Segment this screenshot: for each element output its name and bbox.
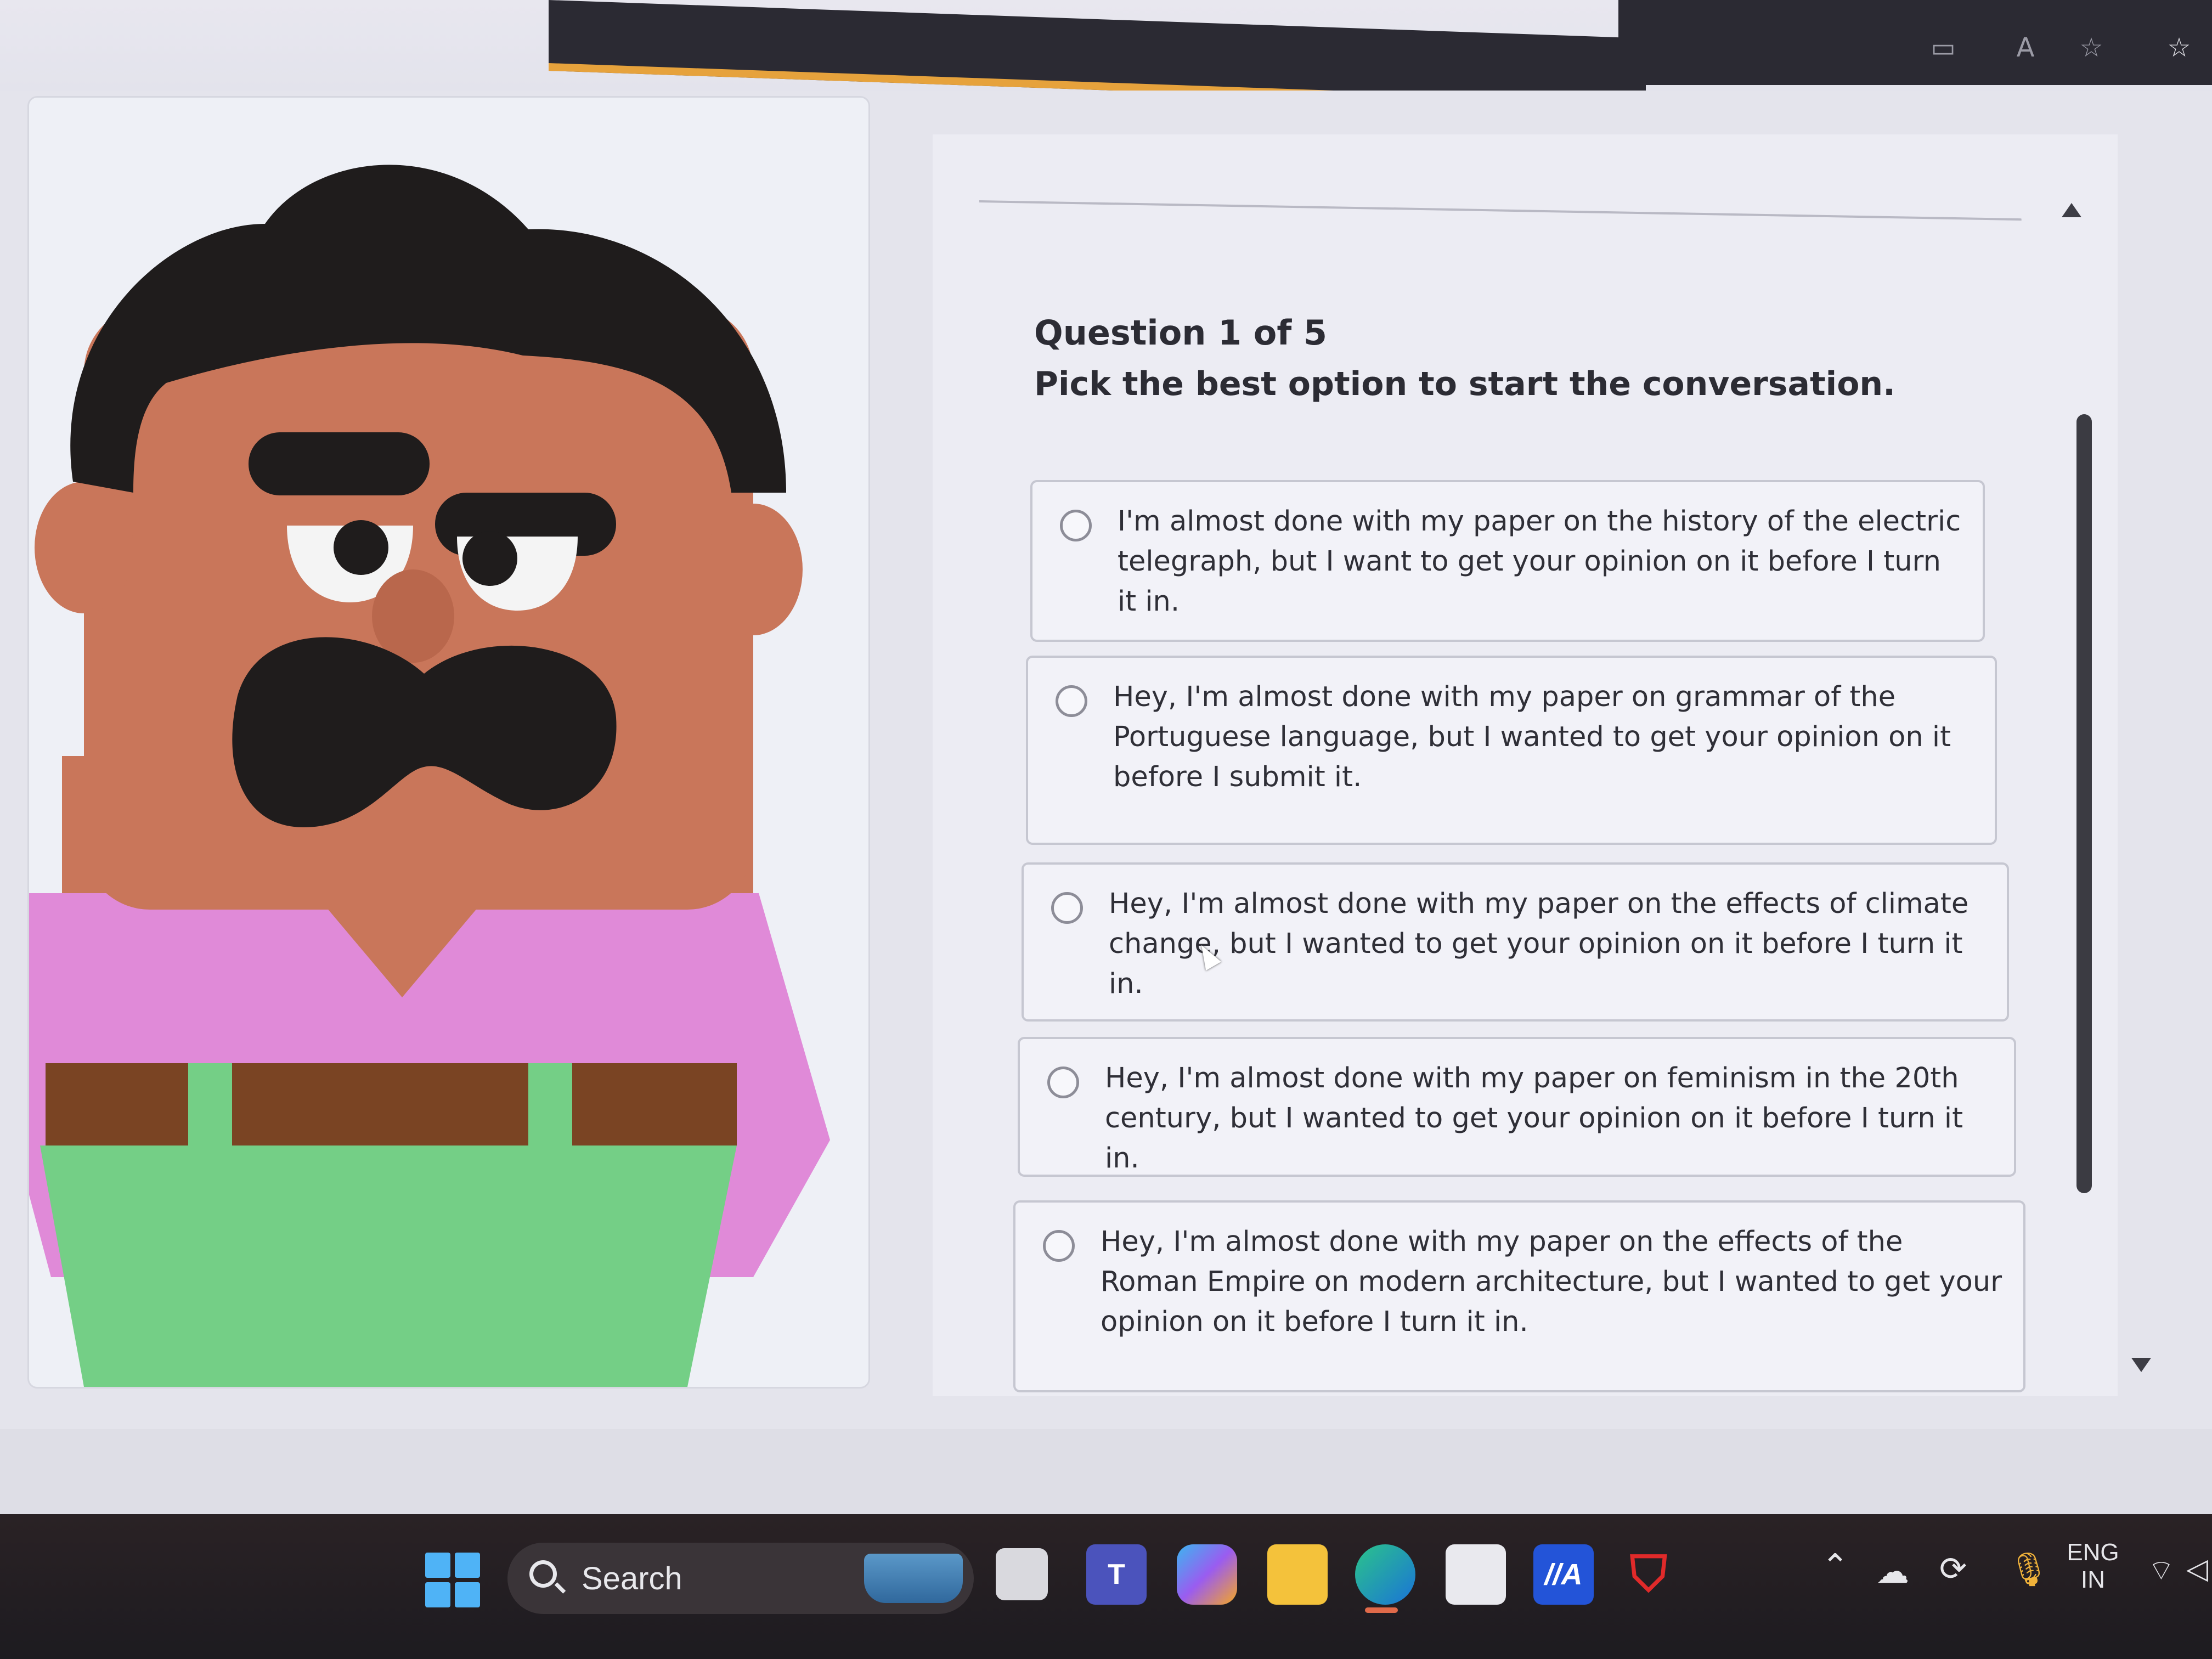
windows-start-icon[interactable]	[425, 1553, 480, 1607]
wifi-icon[interactable]: ⌔	[2148, 1553, 2175, 1588]
region-code: IN	[2081, 1566, 2105, 1593]
browser-toolbar: ▭ A ☆ ☆	[0, 0, 2212, 109]
teams-icon[interactable]: T	[1086, 1544, 1147, 1605]
answer-option-text: Hey, I'm almost done with my paper on gr…	[1113, 681, 1951, 793]
answer-option-4[interactable]: Hey, I'm almost done with my paper on fe…	[1018, 1037, 2016, 1177]
favorite-star-icon[interactable]: ☆	[2074, 30, 2109, 65]
store-icon[interactable]	[1446, 1544, 1506, 1605]
answer-option-text: Hey, I'm almost done with my paper on th…	[1101, 1226, 2002, 1338]
video-icon[interactable]: ▭	[1926, 30, 1961, 65]
task-view-icon[interactable]	[996, 1548, 1048, 1600]
language-code: ENG	[2067, 1539, 2119, 1566]
window-bottom-edge	[0, 1429, 2212, 1514]
answer-option-text: Hey, I'm almost done with my paper on fe…	[1105, 1062, 1963, 1175]
search-icon	[529, 1560, 557, 1588]
answer-option-3[interactable]: Hey, I'm almost done with my paper on th…	[1022, 862, 2009, 1022]
radio-button[interactable]	[1047, 1066, 1079, 1098]
mcafee-shield-icon[interactable]: ⛉	[1618, 1544, 1679, 1605]
answer-option-text: Hey, I'm almost done with my paper on th…	[1109, 888, 1969, 1000]
radio-button[interactable]	[1056, 685, 1087, 717]
file-explorer-icon[interactable]	[1267, 1544, 1328, 1605]
favorites-bar-icon[interactable]: ☆	[2162, 30, 2197, 65]
speaker-icon[interactable]: ◁	[2186, 1553, 2208, 1585]
radio-button[interactable]	[1043, 1230, 1075, 1262]
answer-option-1[interactable]: I'm almost done with my paper on the his…	[1030, 480, 1985, 642]
copilot-icon[interactable]	[1177, 1544, 1237, 1605]
scroll-up-arrow-icon[interactable]	[2062, 203, 2081, 217]
microphone-icon[interactable]: 🎙	[2008, 1550, 2050, 1589]
onedrive-icon[interactable]: ☁	[1876, 1553, 1909, 1591]
answer-option-5[interactable]: Hey, I'm almost done with my paper on th…	[1013, 1200, 2025, 1392]
radio-button[interactable]	[1051, 892, 1083, 924]
radio-button[interactable]	[1060, 510, 1092, 541]
search-highlight-image	[864, 1554, 963, 1603]
character-panel	[27, 96, 870, 1389]
answer-option-2[interactable]: Hey, I'm almost done with my paper on gr…	[1026, 656, 1997, 845]
question-prompt: Pick the best option to start the conver…	[1034, 365, 1895, 403]
cartoon-character-illustration	[29, 165, 830, 1387]
question-number: Question 1 of 5	[1034, 313, 1328, 353]
sync-icon[interactable]: ⟳	[1939, 1550, 1967, 1588]
scroll-down-arrow-icon[interactable]	[2131, 1358, 2151, 1372]
language-indicator[interactable]: ENG IN	[2066, 1539, 2120, 1594]
taskbar: Search T //A ⛉ ⌃ ☁ ⟳ 🎙 ENG IN ⌔ ◁	[0, 1429, 2212, 1659]
toolbar-right-area	[1618, 0, 2212, 85]
active-app-indicator	[1365, 1607, 1398, 1613]
search-label: Search	[582, 1561, 682, 1596]
edge-icon[interactable]	[1355, 1544, 1415, 1605]
read-aloud-icon[interactable]: A	[2008, 30, 2043, 65]
scrollbar-thumb[interactable]	[2076, 414, 2092, 1193]
mcafee-app-icon[interactable]: //A	[1533, 1544, 1594, 1605]
chevron-up-icon[interactable]: ⌃	[1821, 1547, 1849, 1585]
answer-option-text: I'm almost done with my paper on the his…	[1118, 505, 1961, 618]
taskbar-search-box[interactable]: Search	[507, 1543, 974, 1614]
